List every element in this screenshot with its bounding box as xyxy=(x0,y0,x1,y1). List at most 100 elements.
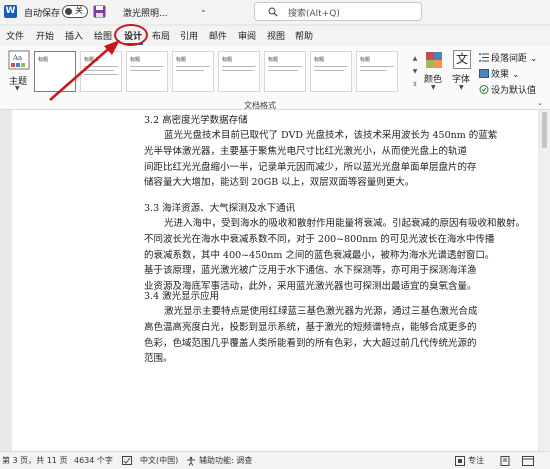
tab-references[interactable]: 引用 xyxy=(180,29,198,42)
style-thumb[interactable]: 标题 xyxy=(264,51,306,92)
effects-icon xyxy=(479,69,489,78)
vertical-scrollbar[interactable] xyxy=(540,110,550,451)
tab-mailings[interactable]: 邮件 xyxy=(209,29,227,42)
document-canvas: 3.2 高密度光学数据存储 蓝光光盘技术目前已取代了 DVD 光盘技术，该技术采… xyxy=(0,110,550,451)
text-line: 基于该原理，蓝光激光被广泛用于水下通信、水下探测等，亦可用于探测海洋渔 xyxy=(144,265,477,277)
text-line: 光进入海中，受到海水的吸收和散射作用能量将衰减。引起衰减的原因有吸收和散射。 xyxy=(164,218,526,229)
thumb-line xyxy=(268,70,298,71)
checkmark-icon xyxy=(479,85,489,94)
thumb-line xyxy=(314,70,344,71)
save-icon[interactable] xyxy=(93,5,106,18)
autosave-toggle[interactable]: 关 xyxy=(62,5,88,18)
chevron-down-icon[interactable]: ▼ xyxy=(411,65,419,78)
text-line: 光半导体激光器，主要基于聚焦光电尺寸比红光激光小，从而使光盘上的轨道 xyxy=(144,145,468,157)
style-thumb[interactable]: 标题 xyxy=(310,51,352,92)
text-line: 激光显示主要特点是使用红绿蓝三基色激光器为光源，通过三基色激光合成 xyxy=(164,306,478,317)
thumb-line xyxy=(176,66,210,67)
style-thumb[interactable]: 标题 xyxy=(218,51,260,92)
thumb-line xyxy=(268,66,302,67)
accessibility-icon[interactable] xyxy=(186,456,196,466)
word-count[interactable]: 4634 个字 xyxy=(74,455,113,466)
text-line: 高色温高亮度白光，投影到显示系统，基于激光的短频谱特点，能够合成更多的 xyxy=(144,321,477,333)
themes-button[interactable]: Aa 主题 ▼ xyxy=(6,50,32,92)
colors-icon xyxy=(426,52,442,68)
style-thumb-title: 标题 xyxy=(222,57,233,63)
style-thumb-title: 标题 xyxy=(314,57,325,63)
focus-mode-label[interactable]: 专注 xyxy=(468,455,484,466)
search-icon xyxy=(268,7,278,17)
paragraph: 激光显示主要特点是使用红绿蓝三基色激光器为光源，通过三基色激光合成 高色温高亮度… xyxy=(144,304,539,367)
tab-layout[interactable]: 布局 xyxy=(152,29,170,42)
tab-review[interactable]: 审阅 xyxy=(238,29,256,42)
thumb-line xyxy=(360,66,394,67)
thumb-line xyxy=(222,66,256,67)
document-title[interactable]: 激光照明... xyxy=(123,6,168,19)
effects-button[interactable]: 效果 ⌄ xyxy=(479,67,519,80)
web-layout-icon[interactable] xyxy=(522,456,534,466)
text-line: 间距比红光光盘缩小一半，记录单元因而减少，所以蓝光光盘单面单层盘片的存 xyxy=(144,161,477,173)
paragraph-spacing-label: 段落间距 xyxy=(491,54,528,64)
chevron-down-icon[interactable]: ⌄ xyxy=(200,5,207,14)
scrollbar-thumb[interactable] xyxy=(542,112,547,148)
set-as-default-label: 设为默认值 xyxy=(491,86,537,96)
toggle-knob xyxy=(65,8,72,15)
svg-text:Aa: Aa xyxy=(12,54,22,62)
chevron-down-icon: ▼ xyxy=(459,84,464,91)
autosave-state: 关 xyxy=(75,6,83,15)
themes-icon: Aa xyxy=(8,50,30,70)
text-line: 色彩，色域范围几乎覆盖人类所能看到的所有色彩，大大超过前几代传统光源的 xyxy=(144,337,477,349)
document-page[interactable]: 3.2 高密度光学数据存储 蓝光光盘技术目前已取代了 DVD 光盘技术，该技术采… xyxy=(12,110,538,451)
search-placeholder: 搜索(Alt+Q) xyxy=(288,9,340,19)
status-bar: 第 3 页，共 11 页 4634 个字 中文(中国) 辅助功能: 调查 专注 xyxy=(0,451,550,469)
colors-button[interactable]: 颜色 ▼ xyxy=(424,52,446,96)
style-thumb[interactable]: 标题 xyxy=(356,51,398,92)
thumb-line xyxy=(130,66,164,67)
chevron-up-icon[interactable]: ▲ xyxy=(411,52,419,65)
chevron-down-icon[interactable]: ⌄ xyxy=(537,99,543,107)
fonts-icon: 文 xyxy=(453,50,471,69)
text-line: 蓝光光盘技术目前已取代了 DVD 光盘技术，该技术采用波长为 450nm 的蓝紫 xyxy=(164,130,498,141)
focus-icon[interactable] xyxy=(455,456,465,466)
tab-help[interactable]: 帮助 xyxy=(295,29,313,42)
accessibility-status[interactable]: 辅助功能: 调查 xyxy=(199,455,252,466)
text-line: 不同波长光在海水中衰减系数不同，对于 200~800nm 的可见光波长在海水中传… xyxy=(144,233,495,245)
paragraph: 蓝光光盘技术目前已取代了 DVD 光盘技术，该技术采用波长为 450nm 的蓝紫… xyxy=(144,128,539,191)
print-layout-icon[interactable] xyxy=(500,456,510,466)
page-count[interactable]: 第 3 页，共 11 页 xyxy=(2,455,67,466)
proofing-icon[interactable] xyxy=(122,456,132,465)
thumb-line xyxy=(222,70,254,71)
style-thumb-title: 标题 xyxy=(360,57,371,63)
chevron-down-icon: ▼ xyxy=(431,84,436,91)
search-input[interactable]: 搜索(Alt+Q) xyxy=(254,2,422,21)
section-heading: 3.2 高密度光学数据存储 xyxy=(144,115,248,126)
section-heading: 3.3 海洋资源、大气探测及水下通讯 xyxy=(144,203,296,214)
tab-file[interactable]: 文件 xyxy=(6,29,24,42)
style-thumb[interactable]: 标题 xyxy=(172,51,214,92)
language-indicator[interactable]: 中文(中国) xyxy=(140,455,178,466)
paragraph-spacing-button[interactable]: 段落间距 ⌄ xyxy=(479,51,537,64)
effects-label: 效果 xyxy=(491,70,510,80)
set-as-default-button[interactable]: 设为默认值 xyxy=(479,83,536,96)
paragraph-spacing-icon xyxy=(479,53,489,62)
annotation-arrow xyxy=(49,40,120,101)
fonts-button[interactable]: 文 字体 ▼ xyxy=(451,50,475,94)
style-thumb-title: 标题 xyxy=(268,57,279,63)
section-heading: 3.4 激光显示应用 xyxy=(144,291,220,302)
thumb-line xyxy=(360,70,386,71)
text-line: 的衰减系数，其中 400~450nm 之间的蓝色衰减最小，被称为海水光谱透射窗口… xyxy=(144,249,495,261)
title-bar: W 自动保存 关 激光照明... ⌄ 搜索(Alt+Q) xyxy=(0,0,550,24)
text-line: 储容量大大增加，能达到 20GB 以上，双层双面等容量则更大。 xyxy=(144,177,415,189)
thumb-line xyxy=(130,70,160,71)
tab-view[interactable]: 视图 xyxy=(267,29,285,42)
paragraph: 光进入海中，受到海水的吸收和散射作用能量将衰减。引起衰减的原因有吸收和散射。 不… xyxy=(144,216,539,295)
thumb-line xyxy=(176,70,204,71)
style-thumb-title: 标题 xyxy=(176,57,187,63)
thumb-line xyxy=(314,66,348,67)
gallery-scroll[interactable]: ▲ ▼ ⊻ xyxy=(411,52,419,92)
chevron-down-icon: ▼ xyxy=(15,85,20,92)
word-app-icon: W xyxy=(4,5,17,18)
autosave-label: 自动保存 xyxy=(24,9,61,19)
style-thumb[interactable]: 标题 xyxy=(126,51,168,92)
text-line: 范围。 xyxy=(144,353,173,365)
gallery-more-icon[interactable]: ⊻ xyxy=(411,78,419,91)
